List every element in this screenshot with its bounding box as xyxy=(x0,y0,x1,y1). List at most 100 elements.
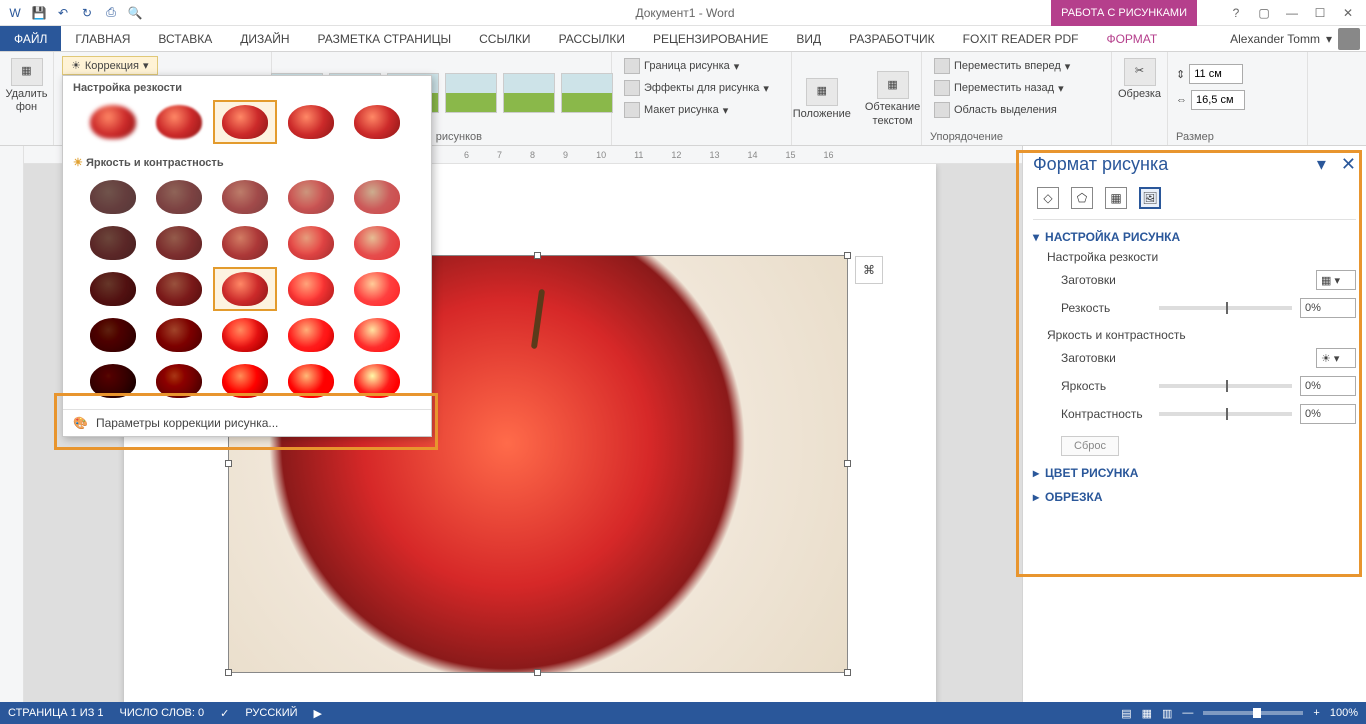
brightness-preset[interactable] xyxy=(213,175,277,219)
picture-effects-button[interactable]: Эффекты для рисунка ▾ xyxy=(620,78,773,98)
brightness-preset[interactable] xyxy=(345,313,409,357)
help-icon[interactable]: ? xyxy=(1224,6,1248,20)
zoom-out-icon[interactable]: — xyxy=(1182,707,1193,719)
wrap-text-button[interactable]: ▦Обтекание текстом xyxy=(861,69,924,129)
resize-handle[interactable] xyxy=(534,252,541,259)
web-layout-icon[interactable]: ▥ xyxy=(1162,707,1172,720)
width-input[interactable]: ⇔ xyxy=(1176,90,1245,110)
page-indicator[interactable]: СТРАНИЦА 1 ИЗ 1 xyxy=(8,707,104,719)
layout-options-button[interactable]: ⌘ xyxy=(855,256,883,284)
picture-layout-button[interactable]: Макет рисунка ▾ xyxy=(620,100,773,120)
picture-style-thumb[interactable] xyxy=(445,73,497,113)
resize-handle[interactable] xyxy=(225,669,232,676)
zoom-slider[interactable] xyxy=(1203,711,1303,715)
selection-pane-button[interactable]: Область выделения xyxy=(930,100,1074,120)
corrections-button[interactable]: ☀ Коррекция ▾ xyxy=(62,56,158,75)
tab-insert[interactable]: ВСТАВКА xyxy=(144,26,226,51)
brightness-preset[interactable] xyxy=(147,359,211,403)
brightness-preset[interactable] xyxy=(213,359,277,403)
save-icon[interactable]: 💾 xyxy=(28,2,50,24)
tab-file[interactable]: ФАЙЛ xyxy=(0,26,61,51)
close-icon[interactable]: ✕ xyxy=(1336,6,1360,20)
brightness-preset[interactable] xyxy=(279,221,343,265)
sharpness-preset[interactable] xyxy=(81,100,145,144)
sharpness-preset-selected[interactable] xyxy=(213,100,277,144)
undo-icon[interactable]: ↶ xyxy=(52,2,74,24)
crop-button[interactable]: ✂Обрезка xyxy=(1114,56,1165,103)
brightness-preset[interactable] xyxy=(147,267,211,311)
resize-handle[interactable] xyxy=(534,669,541,676)
word-count[interactable]: ЧИСЛО СЛОВ: 0 xyxy=(120,707,205,719)
language-indicator[interactable]: РУССКИЙ xyxy=(245,707,297,719)
brightness-value[interactable]: 0% xyxy=(1300,376,1356,396)
picture-corrections-section[interactable]: ▾НАСТРОЙКА РИСУНКА xyxy=(1033,230,1356,244)
brightness-preset[interactable] xyxy=(279,175,343,219)
brightness-preset-selected[interactable] xyxy=(213,267,277,311)
remove-background-button[interactable]: ▦ Удалить фон xyxy=(2,56,52,116)
crop-section[interactable]: ▸ОБРЕЗКА xyxy=(1033,490,1356,504)
sharpness-slider[interactable] xyxy=(1159,306,1292,310)
zoom-level[interactable]: 100% xyxy=(1330,707,1358,719)
picture-color-section[interactable]: ▸ЦВЕТ РИСУНКА xyxy=(1033,466,1356,480)
tab-foxit[interactable]: FOXIT READER PDF xyxy=(949,26,1093,51)
picture-style-thumb[interactable] xyxy=(561,73,613,113)
pane-menu-icon[interactable]: ▾ xyxy=(1317,154,1326,174)
spellcheck-icon[interactable]: ✓ xyxy=(220,707,229,720)
brightness-presets-button[interactable]: ☀ ▾ xyxy=(1316,348,1356,368)
effects-tab-icon[interactable]: ⬠ xyxy=(1071,187,1093,209)
sharpness-preset[interactable] xyxy=(345,100,409,144)
tab-format[interactable]: ФОРМАТ xyxy=(1092,26,1171,51)
tab-developer[interactable]: РАЗРАБОТЧИК xyxy=(835,26,949,51)
ribbon-options-icon[interactable]: ▢ xyxy=(1252,6,1276,20)
brightness-preset[interactable] xyxy=(147,221,211,265)
height-input[interactable]: ⇕ xyxy=(1176,64,1245,84)
fill-tab-icon[interactable]: ◇ xyxy=(1037,187,1059,209)
tab-review[interactable]: РЕЦЕНЗИРОВАНИЕ xyxy=(639,26,782,51)
zoom-icon[interactable]: 🔍 xyxy=(124,2,146,24)
resize-handle[interactable] xyxy=(844,669,851,676)
picture-corrections-options[interactable]: 🎨 Параметры коррекции рисунка... xyxy=(63,409,431,436)
minimize-icon[interactable]: — xyxy=(1280,6,1304,20)
tab-home[interactable]: ГЛАВНАЯ xyxy=(61,26,144,51)
tab-design[interactable]: ДИЗАЙН xyxy=(226,26,303,51)
tab-layout[interactable]: РАЗМЕТКА СТРАНИЦЫ xyxy=(304,26,466,51)
brightness-preset[interactable] xyxy=(213,221,277,265)
sharpness-value[interactable]: 0% xyxy=(1300,298,1356,318)
read-mode-icon[interactable]: ▤ xyxy=(1121,707,1131,720)
brightness-preset[interactable] xyxy=(279,359,343,403)
close-pane-icon[interactable]: ✕ xyxy=(1341,154,1356,174)
brightness-preset[interactable] xyxy=(81,359,145,403)
brightness-preset[interactable] xyxy=(213,313,277,357)
position-button[interactable]: ▦Положение xyxy=(789,76,855,123)
picture-tab-icon[interactable]: 🖼 xyxy=(1139,187,1161,209)
picture-style-thumb[interactable] xyxy=(503,73,555,113)
brightness-preset[interactable] xyxy=(147,175,211,219)
avatar[interactable] xyxy=(1338,28,1360,50)
brightness-preset[interactable] xyxy=(81,175,145,219)
reset-button[interactable]: Сброс xyxy=(1061,436,1119,456)
brightness-preset[interactable] xyxy=(345,175,409,219)
resize-handle[interactable] xyxy=(844,252,851,259)
brightness-preset[interactable] xyxy=(81,267,145,311)
brightness-preset[interactable] xyxy=(279,313,343,357)
brightness-preset[interactable] xyxy=(345,267,409,311)
contrast-slider[interactable] xyxy=(1159,412,1292,416)
brightness-slider[interactable] xyxy=(1159,384,1292,388)
layout-tab-icon[interactable]: ▦ xyxy=(1105,187,1127,209)
user-name[interactable]: Alexander Tomm xyxy=(1230,32,1320,46)
tab-mailings[interactable]: РАССЫЛКИ xyxy=(545,26,639,51)
resize-handle[interactable] xyxy=(225,460,232,467)
tab-references[interactable]: ССЫЛКИ xyxy=(465,26,544,51)
send-backward-button[interactable]: Переместить назад ▾ xyxy=(930,78,1074,98)
brightness-preset[interactable] xyxy=(279,267,343,311)
print-layout-icon[interactable]: ▦ xyxy=(1142,707,1152,720)
tab-view[interactable]: ВИД xyxy=(782,26,835,51)
user-dropdown-icon[interactable]: ▾ xyxy=(1326,32,1332,46)
resize-handle[interactable] xyxy=(844,460,851,467)
contrast-value[interactable]: 0% xyxy=(1300,404,1356,424)
sharpness-presets-button[interactable]: ▦ ▾ xyxy=(1316,270,1356,290)
zoom-in-icon[interactable]: + xyxy=(1313,707,1319,719)
sharpness-preset[interactable] xyxy=(147,100,211,144)
print-icon[interactable]: ⎙ xyxy=(100,2,122,24)
brightness-preset[interactable] xyxy=(81,313,145,357)
